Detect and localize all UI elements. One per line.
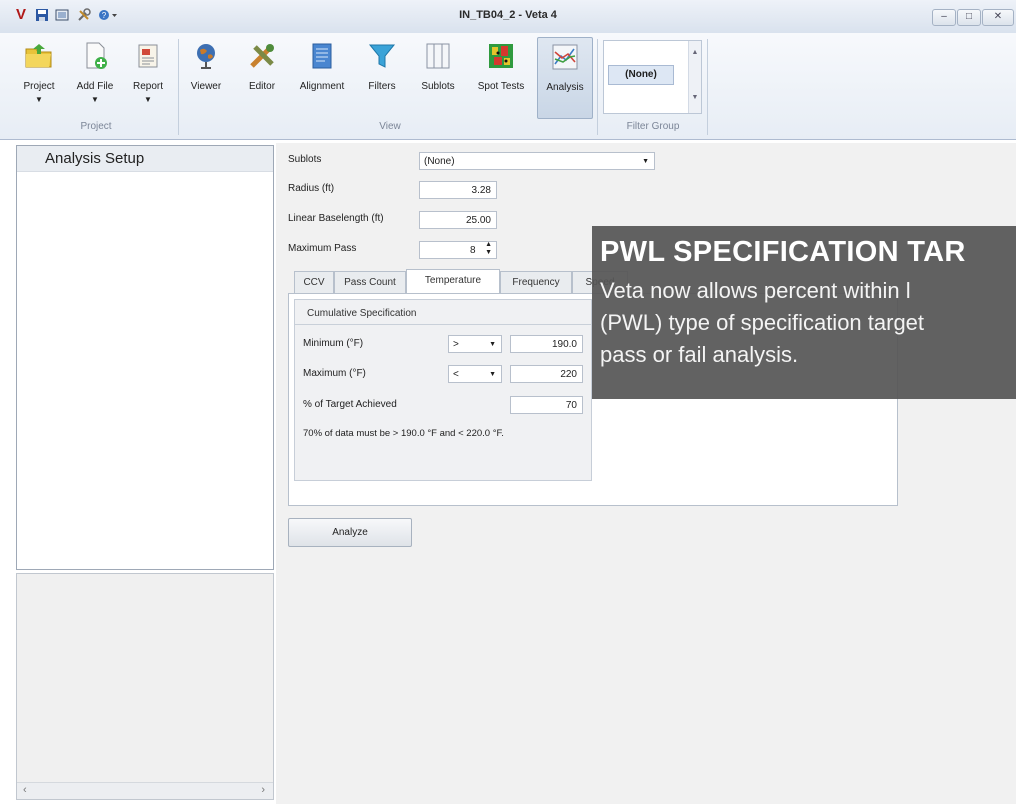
min-label: Minimum (°F) bbox=[303, 338, 364, 349]
folder-icon bbox=[25, 44, 52, 68]
analysis-label: Analysis bbox=[546, 82, 584, 93]
analysis-button[interactable]: Analysis bbox=[537, 37, 593, 119]
close-button[interactable]: ✕ bbox=[982, 9, 1014, 26]
filters-button[interactable]: Filters bbox=[361, 37, 403, 117]
sublots-value: (None) bbox=[424, 156, 455, 167]
report-icon bbox=[138, 44, 158, 68]
scroll-up-icon[interactable]: ▲ bbox=[689, 49, 701, 56]
filter-group-selected[interactable]: (None) bbox=[608, 65, 674, 85]
chevron-down-icon: ▼ bbox=[144, 95, 152, 104]
scroll-right-icon[interactable]: › bbox=[261, 784, 265, 796]
group-title: Cumulative Specification bbox=[307, 308, 417, 319]
analysis-setup-header: Analysis Setup bbox=[17, 146, 273, 172]
window-title: IN_TB04_2 - Veta 4 bbox=[459, 9, 557, 21]
max-pass-stepper[interactable]: 8 ▲ ▼ bbox=[419, 241, 497, 259]
editor-tools-icon bbox=[250, 44, 274, 68]
max-operator-select[interactable]: < ▼ bbox=[448, 365, 502, 383]
alignment-icon bbox=[312, 43, 332, 69]
add-file-label: Add File bbox=[76, 81, 114, 92]
pct-label: % of Target Achieved bbox=[303, 399, 397, 410]
caption-line: pass or fail analysis. bbox=[600, 342, 799, 367]
add-file-icon bbox=[86, 42, 107, 69]
scroll-left-icon[interactable]: ‹ bbox=[23, 784, 27, 796]
tab-pass-count[interactable]: Pass Count bbox=[334, 271, 406, 293]
sublots-grid-icon bbox=[426, 43, 450, 69]
group-divider bbox=[707, 39, 708, 135]
spot-tests-heatmap-icon bbox=[489, 44, 513, 68]
max-operator-value: < bbox=[453, 369, 459, 380]
project-group-label: Project bbox=[80, 121, 112, 132]
gallery-scroll[interactable]: ▲ ▼ bbox=[688, 41, 701, 113]
viewer-button[interactable]: Viewer bbox=[184, 37, 228, 117]
caption-title: PWL SPECIFICATION TAR bbox=[600, 236, 966, 268]
tab-frequency[interactable]: Frequency bbox=[500, 271, 572, 293]
stepper-arrows-icon[interactable]: ▲ ▼ bbox=[485, 241, 492, 257]
max-pass-value: 8 bbox=[470, 245, 476, 256]
filter-group-label: Filter Group bbox=[626, 121, 680, 132]
tab-temperature[interactable]: Temperature bbox=[406, 269, 500, 293]
funnel-icon bbox=[368, 44, 396, 68]
feature-caption-overlay: PWL SPECIFICATION TAR Veta now allows pe… bbox=[592, 226, 1016, 399]
radius-input[interactable]: 3.28 bbox=[419, 181, 497, 199]
spot-tests-button[interactable]: Spot Tests bbox=[469, 37, 533, 117]
max-label: Maximum (°F) bbox=[303, 368, 366, 379]
pct-input[interactable]: 70 bbox=[510, 396, 583, 414]
chevron-down-icon: ▼ bbox=[35, 95, 43, 104]
max-pass-label: Maximum Pass bbox=[288, 243, 357, 254]
filter-group-gallery[interactable]: (None) ▲ ▼ bbox=[603, 40, 702, 114]
chevron-down-icon: ▼ bbox=[489, 341, 496, 348]
analyze-button[interactable]: Analyze bbox=[288, 518, 412, 547]
analysis-chart-icon bbox=[552, 44, 578, 70]
min-value-input[interactable]: 190.0 bbox=[510, 335, 583, 353]
alignment-button[interactable]: Alignment bbox=[290, 37, 354, 117]
chevron-down-icon: ▼ bbox=[91, 95, 99, 104]
sublots-label: Sublots bbox=[288, 154, 322, 165]
project-button[interactable]: Project ▼ bbox=[18, 37, 60, 117]
baselength-label: Linear Baselength (ft) bbox=[288, 213, 384, 224]
chevron-down-icon: ▼ bbox=[489, 371, 496, 378]
report-label: Report bbox=[132, 81, 163, 92]
sublots-button[interactable]: Sublots bbox=[414, 37, 462, 117]
min-operator-select[interactable]: > ▼ bbox=[448, 335, 502, 353]
caption-line: Veta now allows percent within l bbox=[600, 278, 911, 303]
editor-label: Editor bbox=[248, 81, 276, 92]
ribbon: Project ▼ Add File ▼ Report ▼ Project Vi… bbox=[0, 33, 1016, 140]
scroll-down-icon[interactable]: ▼ bbox=[689, 94, 701, 101]
baselength-input[interactable]: 25.00 bbox=[419, 211, 497, 229]
analysis-setup-title: Analysis Setup bbox=[45, 150, 145, 167]
globe-icon bbox=[197, 44, 215, 69]
viewer-label: Viewer bbox=[190, 81, 222, 92]
report-button[interactable]: Report ▼ bbox=[126, 37, 170, 117]
cumulative-spec-group: Cumulative Specification Minimum (°F) > … bbox=[294, 299, 592, 481]
sublots-label: Sublots bbox=[421, 81, 455, 92]
min-operator-value: > bbox=[453, 339, 459, 350]
maximize-button[interactable]: □ bbox=[957, 9, 981, 26]
minimize-button[interactable]: – bbox=[932, 9, 956, 26]
left-lower-panel: ‹ › bbox=[16, 573, 274, 800]
add-file-button[interactable]: Add File ▼ bbox=[70, 37, 120, 117]
sublots-select[interactable]: (None) ▼ bbox=[419, 152, 655, 170]
title-bar: V ? IN_TB04_2 - Veta 4 – □ ✕ bbox=[0, 0, 1016, 34]
radius-label: Radius (ft) bbox=[288, 183, 335, 194]
caption-line: (PWL) type of specification target bbox=[600, 310, 925, 335]
alignment-label: Alignment bbox=[299, 81, 345, 92]
horizontal-scrollbar[interactable]: ‹ › bbox=[17, 782, 273, 799]
group-divider bbox=[597, 39, 598, 135]
tab-ccv[interactable]: CCV bbox=[294, 271, 334, 293]
project-button-label: Project bbox=[23, 81, 55, 92]
spot-tests-label: Spot Tests bbox=[477, 81, 525, 92]
divider bbox=[295, 324, 591, 325]
editor-button[interactable]: Editor bbox=[241, 37, 283, 117]
max-value-input[interactable]: 220 bbox=[510, 365, 583, 383]
group-divider bbox=[178, 39, 179, 135]
filters-label: Filters bbox=[368, 81, 396, 92]
view-group-label: View bbox=[379, 121, 401, 132]
chevron-down-icon: ▼ bbox=[642, 158, 649, 165]
analysis-setup-panel: Analysis Setup bbox=[16, 145, 274, 570]
spec-summary: 70% of data must be > 190.0 °F and < 220… bbox=[303, 428, 504, 439]
